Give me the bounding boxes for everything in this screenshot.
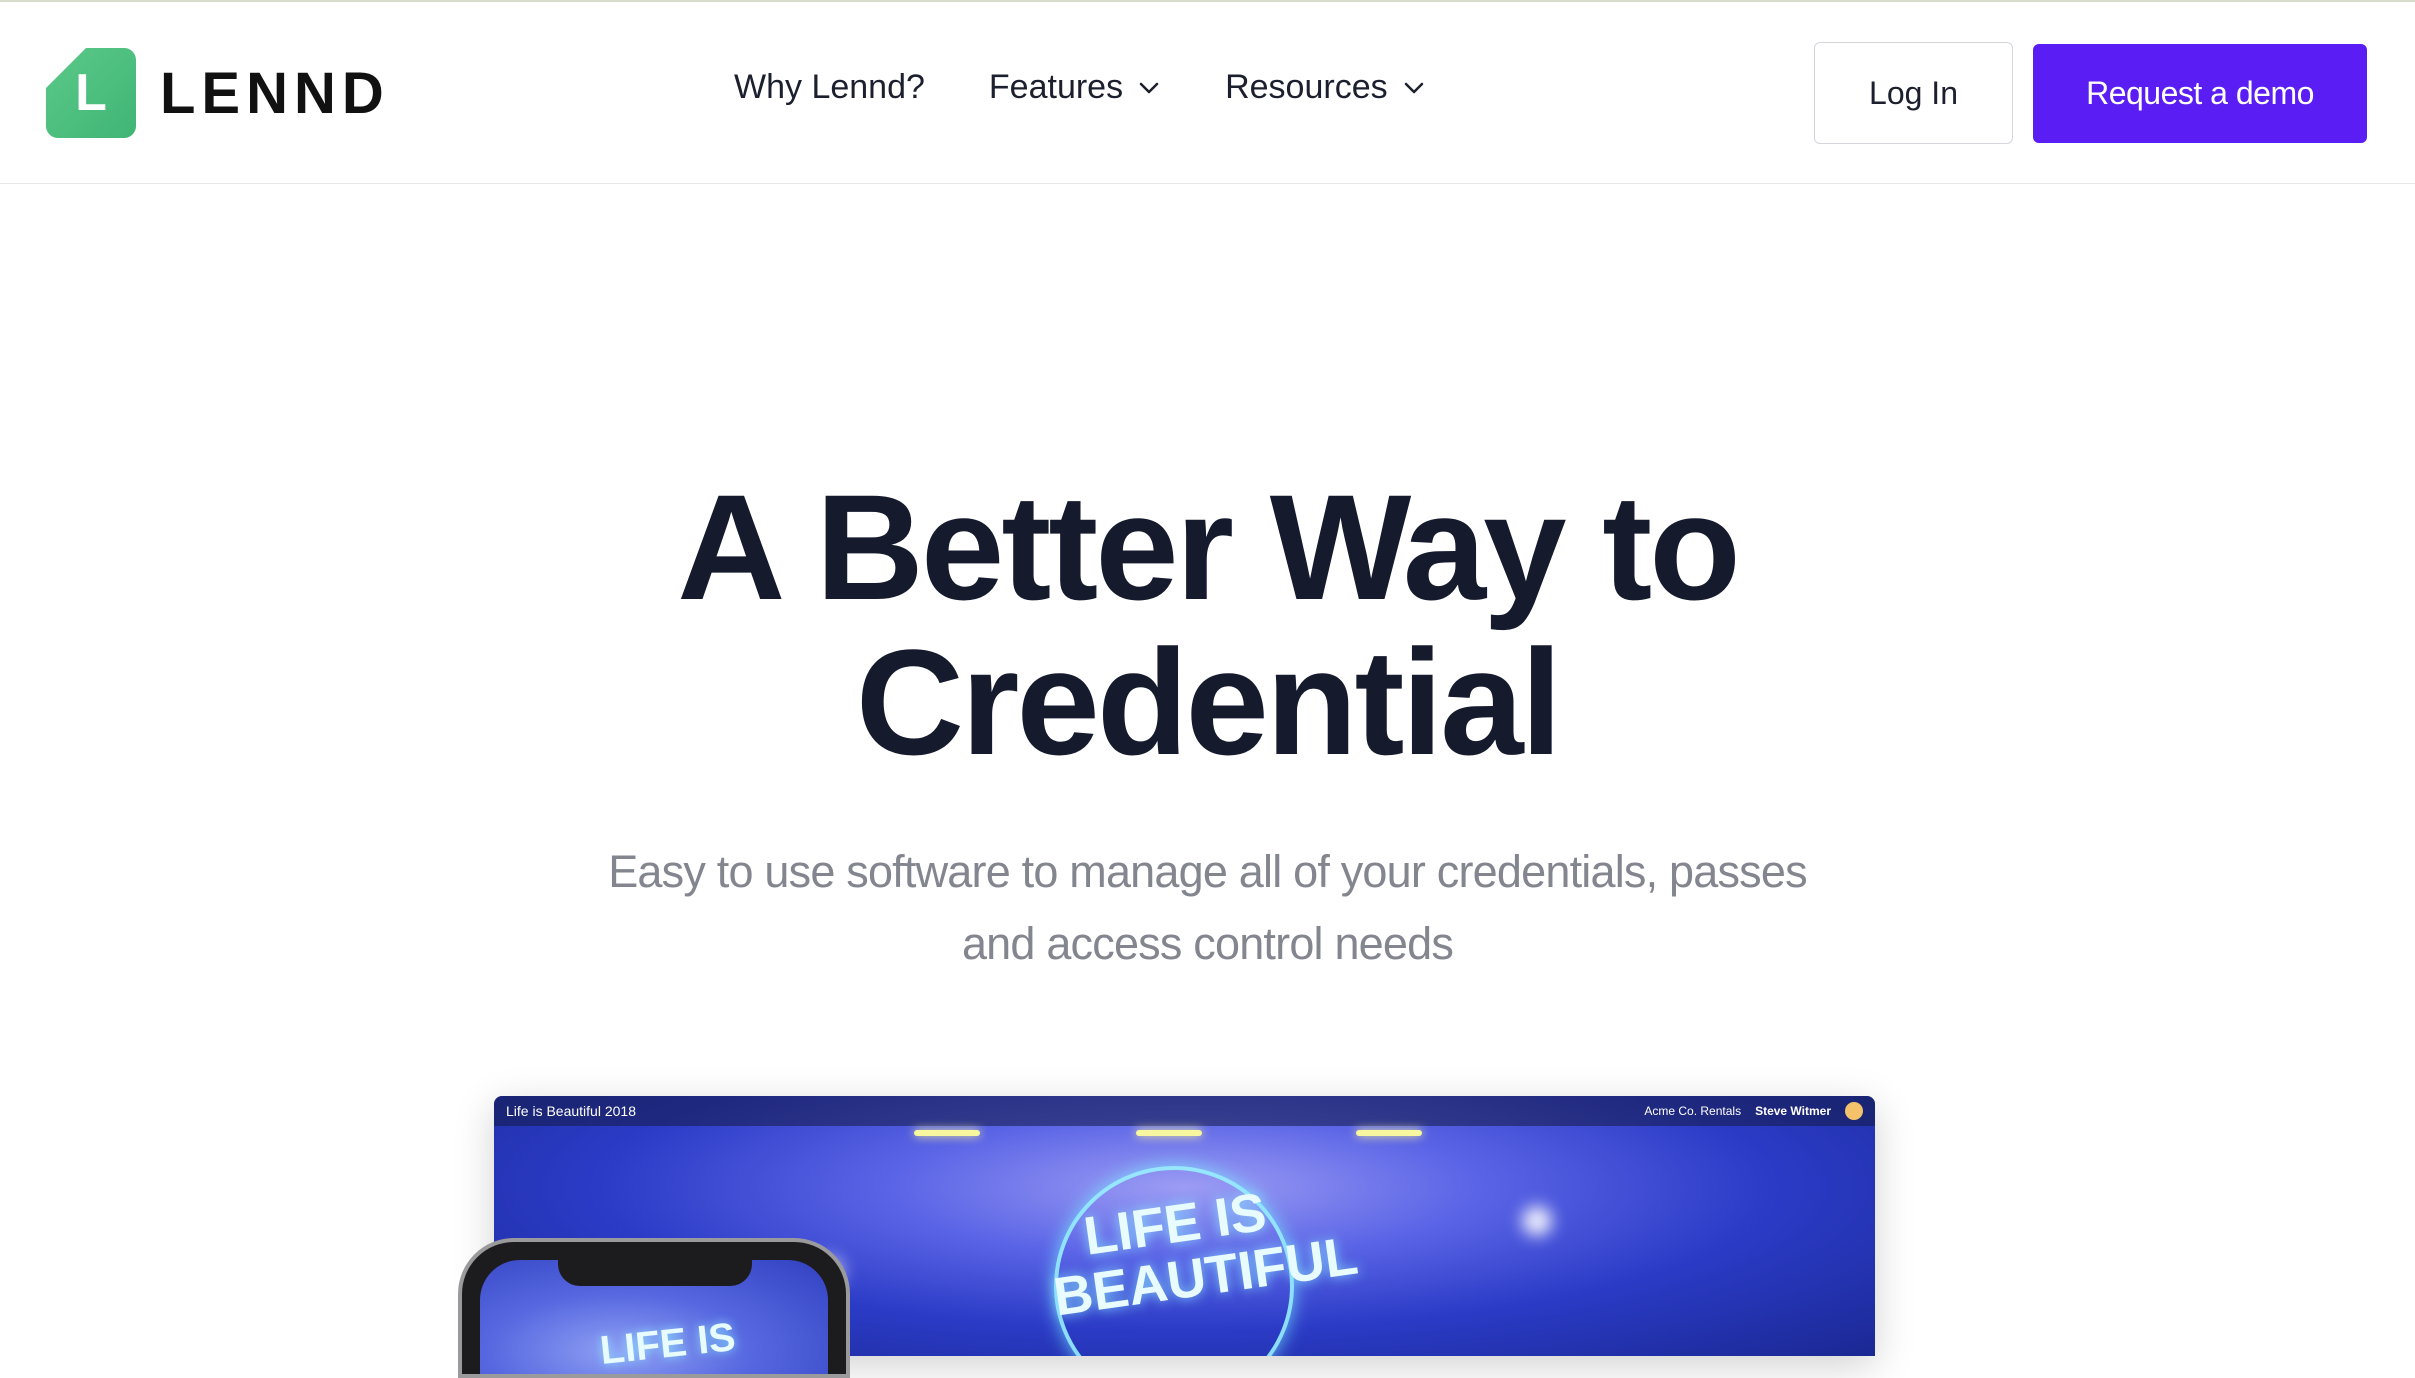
logo-icon: L	[46, 48, 136, 138]
logo-letter: L	[75, 64, 107, 122]
nav-item-resources[interactable]: Resources	[1225, 68, 1426, 107]
hero-title-line-1: A Better Way to	[677, 463, 1741, 631]
chevron-down-icon	[1404, 82, 1423, 93]
nav-item-label: Features	[988, 68, 1124, 106]
stage-light	[914, 1130, 980, 1136]
phone-notch	[558, 1256, 752, 1286]
stage-light	[1136, 1130, 1202, 1136]
chevron-down-icon	[1139, 82, 1159, 93]
request-demo-button[interactable]: Request a demo	[2033, 44, 2367, 143]
nav-item-label: Resources	[1225, 68, 1388, 106]
phone-neon-text: LIFE IS	[598, 1315, 738, 1373]
nav-item-label: Why Lennd?	[734, 68, 925, 106]
mockup-org-name: Acme Co. Rentals	[1644, 1104, 1742, 1118]
main-nav: Why Lennd? Features Resources	[734, 68, 1490, 107]
phone-mockup: LIFE IS	[458, 1238, 850, 1378]
mockup-topbar: Life is Beautiful 2018 Acme Co. Rentals …	[494, 1096, 1875, 1126]
hero-subtitle: Easy to use software to manage all of yo…	[560, 836, 1855, 980]
avatar	[1845, 1102, 1863, 1120]
brand-logo[interactable]: L LENND	[46, 47, 390, 139]
hero-title: A Better Way to Credential	[0, 470, 2415, 780]
nav-item-why-lennd[interactable]: Why Lennd?	[734, 68, 925, 107]
logo-wordmark: LENND	[160, 60, 390, 126]
stage-light	[1356, 1130, 1422, 1136]
login-button[interactable]: Log In	[1814, 42, 2013, 144]
stage-spotlight	[1522, 1206, 1552, 1236]
hero-title-line-2: Credential	[855, 618, 1563, 786]
hero-subtitle-line-1: Easy to use software to manage all of yo…	[608, 846, 1807, 897]
site-header: L LENND Why Lennd? Features Resources Lo…	[0, 2, 2415, 184]
nav-item-features[interactable]: Features	[989, 68, 1161, 107]
mockup-user-area: Acme Co. Rentals Steve Witmer	[1644, 1102, 1863, 1120]
mockup-event-name: Life is Beautiful 2018	[506, 1103, 636, 1119]
hero-subtitle-line-2: and access control needs	[961, 918, 1454, 969]
mockup-user-name: Steve Witmer	[1755, 1104, 1831, 1118]
